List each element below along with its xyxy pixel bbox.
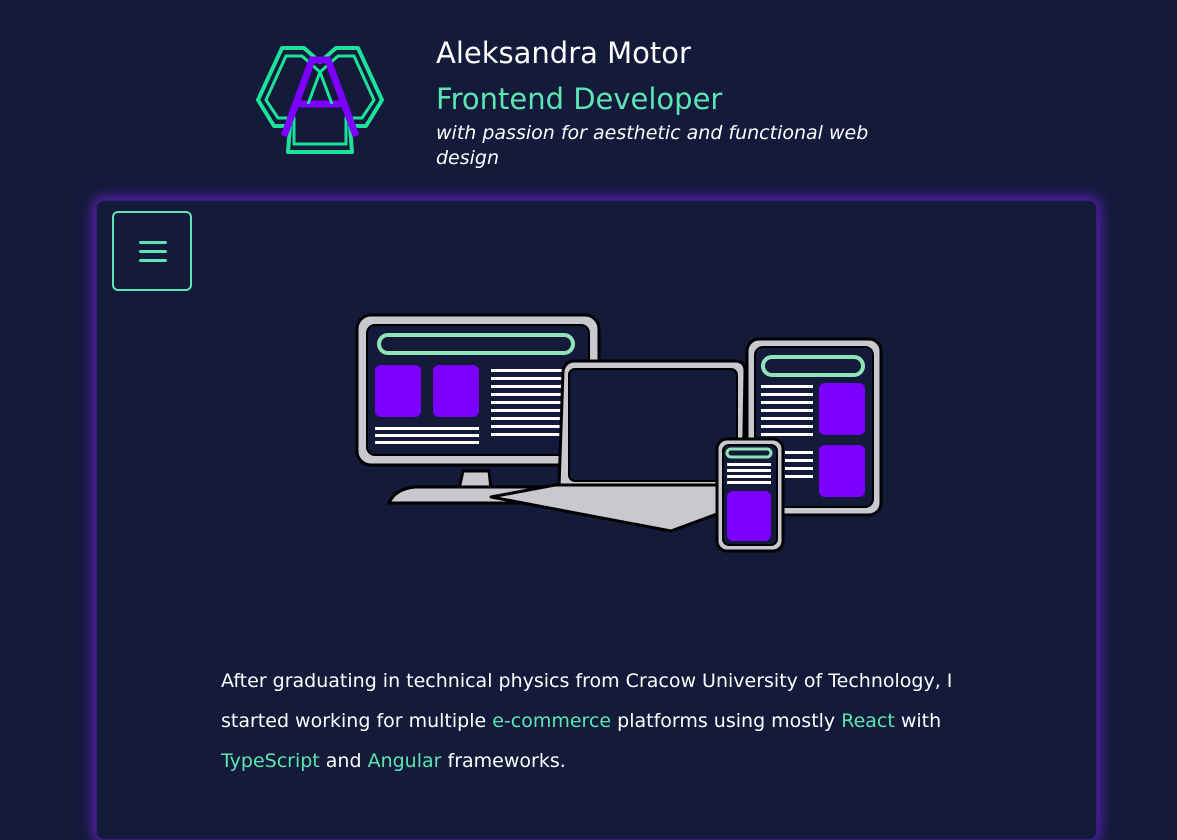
intro-text: frameworks. bbox=[441, 750, 566, 772]
content-card: After graduating in technical physics fr… bbox=[96, 200, 1097, 840]
responsive-devices-illustration bbox=[355, 313, 883, 553]
link-typescript[interactable]: TypeScript bbox=[221, 750, 320, 772]
tagline: with passion for aesthetic and functiona… bbox=[436, 122, 869, 169]
intro-text: with bbox=[894, 710, 942, 732]
header-text: Aleksandra Motor Frontend Developer with… bbox=[436, 34, 916, 171]
link-react[interactable]: React bbox=[841, 710, 895, 732]
job-title: Frontend Developer bbox=[436, 82, 723, 116]
link-angular[interactable]: Angular bbox=[368, 750, 442, 772]
logo-icon bbox=[256, 46, 384, 154]
page-title: Aleksandra Motor bbox=[436, 36, 691, 70]
phone bbox=[715, 437, 785, 553]
intro-text: and bbox=[319, 750, 368, 772]
link-ecommerce[interactable]: e-commerce bbox=[492, 710, 611, 732]
intro-text: platforms using mostly bbox=[611, 710, 842, 732]
site-header: Aleksandra Motor Frontend Developer with… bbox=[0, 0, 1177, 190]
intro-paragraph: After graduating in technical physics fr… bbox=[221, 661, 961, 781]
menu-button[interactable] bbox=[112, 211, 192, 291]
